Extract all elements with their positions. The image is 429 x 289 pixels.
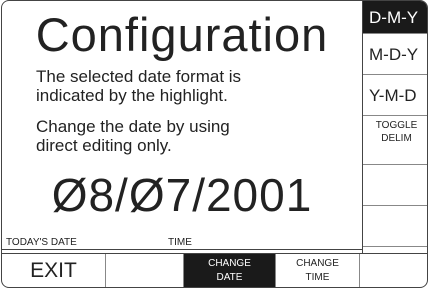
empty-menu-slot [363, 165, 427, 206]
main-panel: Configuration The selected date format i… [2, 1, 362, 253]
toggle-delimiter-button[interactable]: TOGGLE DELIM [363, 116, 427, 165]
page-title: Configuration [35, 8, 329, 61]
instruction-line: The selected date format is [36, 67, 242, 86]
change-time-button[interactable]: CHANGE TIME [276, 254, 360, 287]
button-label-line: TIME [305, 272, 330, 283]
empty-softkey [106, 254, 184, 287]
device-screen: Configuration The selected date format i… [1, 0, 428, 288]
empty-softkey [360, 254, 427, 287]
change-date-button[interactable]: CHANGE DATE [184, 254, 276, 287]
date-field[interactable]: Ø8/Ø7/2001 [2, 172, 362, 218]
format-ymd-button[interactable]: Y-M-D [363, 75, 427, 116]
button-label-line: CHANGE [208, 258, 251, 269]
time-label: TIME [168, 237, 192, 248]
instruction-line: Change the date by using [36, 117, 230, 136]
edit-instructions: Change the date by using direct editing … [36, 117, 356, 155]
format-menu: D-M-Y M-D-Y Y-M-D TOGGLE DELIM [362, 1, 427, 253]
todays-date-label: TODAY'S DATE [6, 237, 77, 248]
divider [2, 249, 362, 250]
format-instructions: The selected date format is indicated by… [36, 67, 356, 105]
button-label-line: CHANGE [296, 258, 339, 269]
button-label-line: DELIM [381, 133, 412, 144]
button-label-line: TOGGLE [375, 120, 418, 131]
format-mdy-button[interactable]: M-D-Y [363, 34, 427, 75]
softkey-bar: EXIT CHANGE DATE CHANGE TIME [2, 253, 427, 287]
instruction-line: direct editing only. [36, 136, 172, 155]
button-label-line: DATE [216, 272, 243, 283]
instruction-line: indicated by the highlight. [36, 86, 228, 105]
empty-menu-slot [363, 206, 427, 247]
exit-button[interactable]: EXIT [2, 254, 106, 287]
format-dmy-button[interactable]: D-M-Y [363, 1, 427, 34]
